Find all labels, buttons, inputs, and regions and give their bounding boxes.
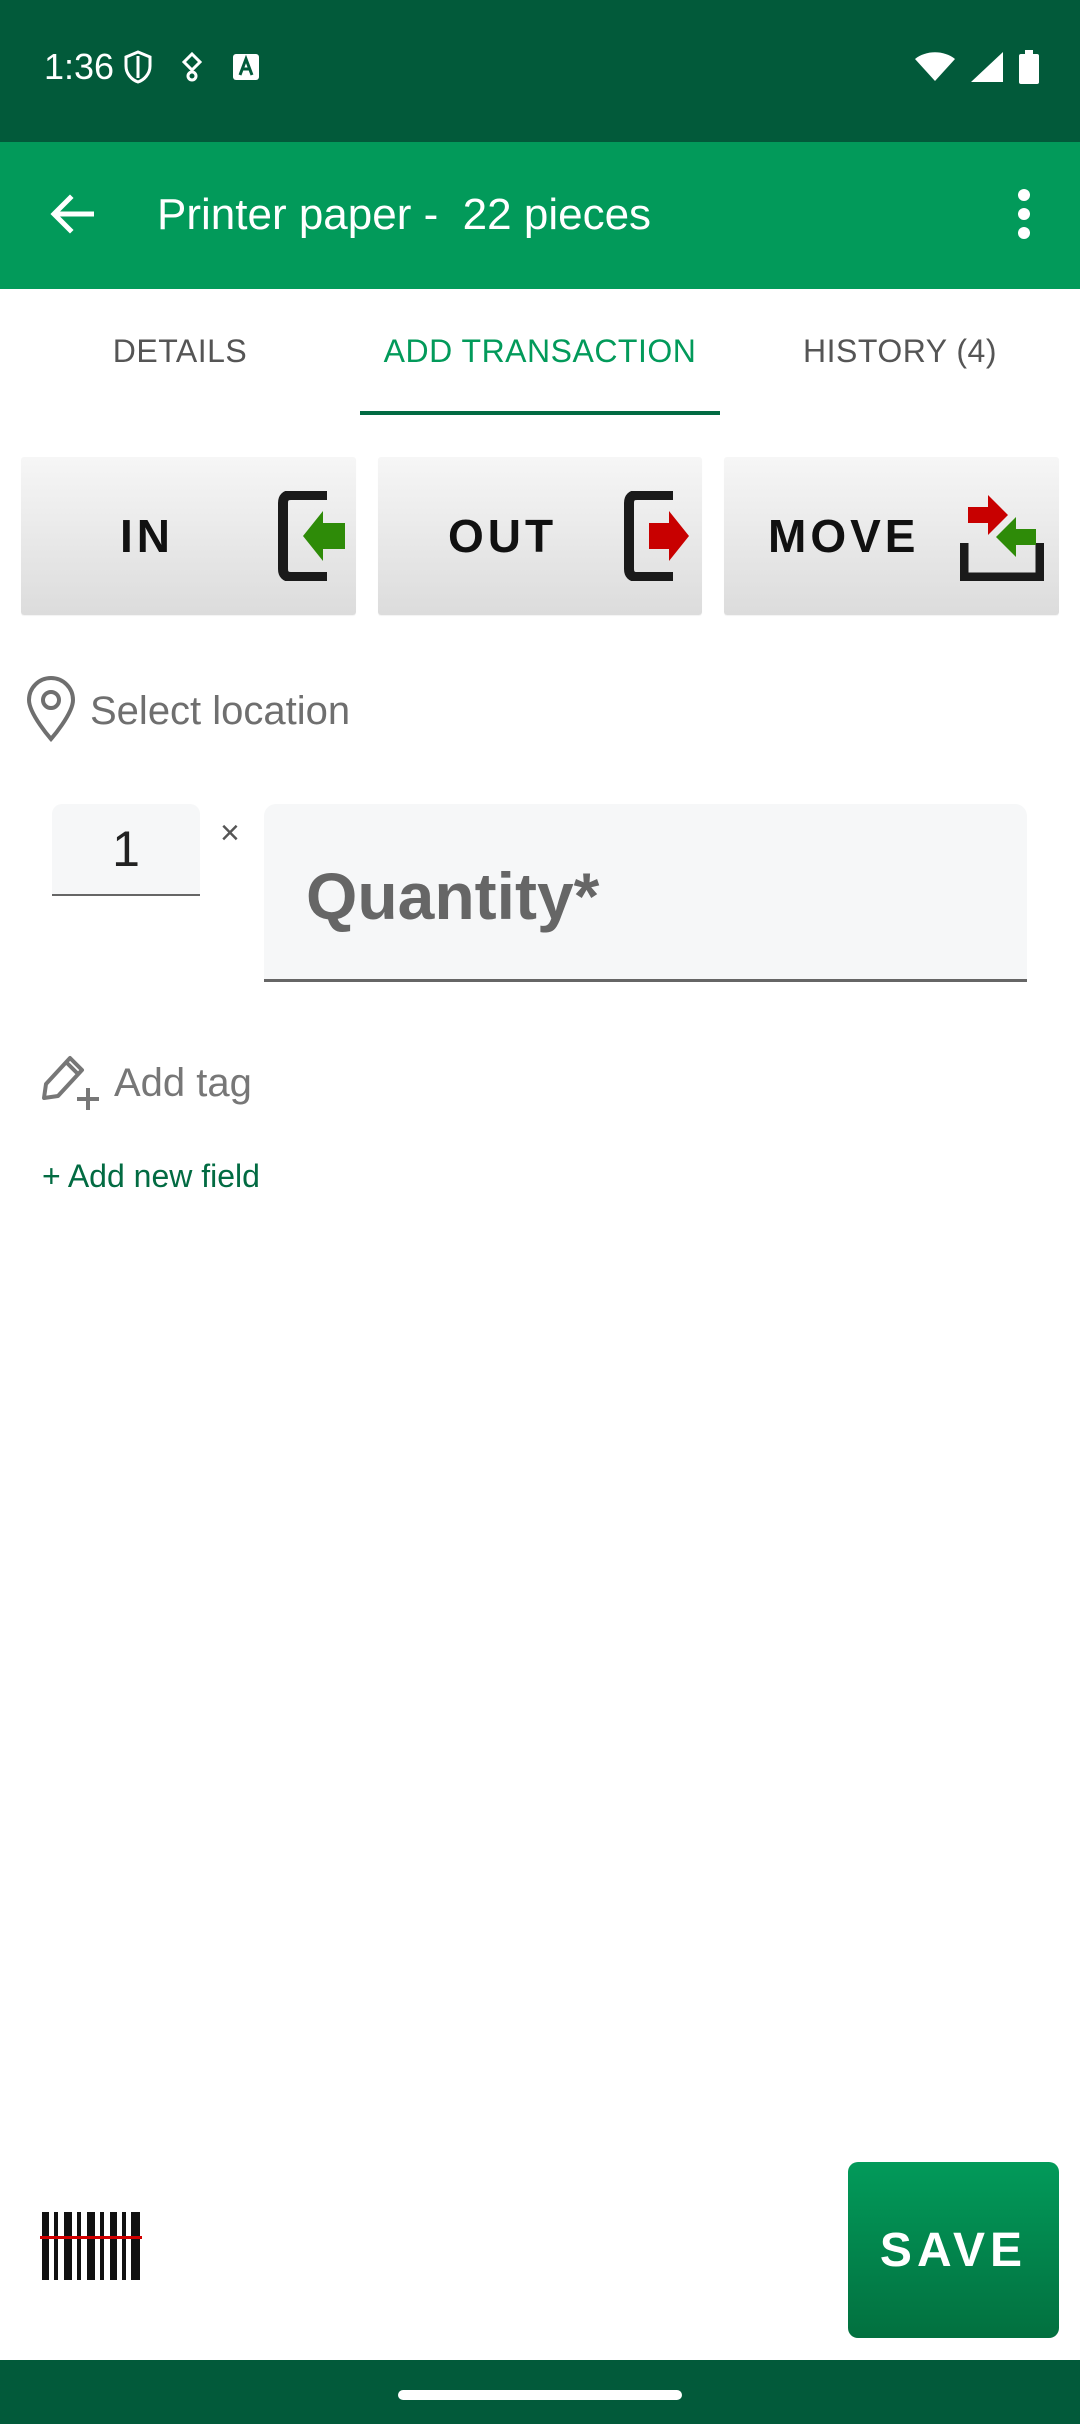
more-vert-icon — [1017, 188, 1031, 245]
tab-history[interactable]: HISTORY (4) — [720, 289, 1080, 414]
tab-details[interactable]: DETAILS — [0, 289, 360, 414]
tab-bar: DETAILS ADD TRANSACTION HISTORY (4) — [0, 289, 1080, 415]
tab-indicator — [360, 411, 720, 415]
wifi-icon — [914, 51, 956, 88]
home-gesture-handle[interactable] — [398, 2390, 682, 2400]
in-button[interactable]: IN — [21, 457, 356, 615]
text-a-icon — [232, 53, 260, 86]
status-time: 1:36 — [44, 46, 115, 87]
save-button[interactable]: SAVE — [848, 2162, 1059, 2338]
enter-arrow-icon — [277, 490, 347, 586]
app-bar: Printer paper - 22 pieces — [0, 142, 1080, 289]
move-arrows-icon — [959, 493, 1045, 586]
barcode-scan-icon — [40, 2212, 142, 2286]
cell-signal-icon — [970, 51, 1004, 88]
quantity-input[interactable]: Quantity* — [264, 804, 1027, 982]
times-sign: × — [220, 814, 240, 852]
vpn-key-icon — [180, 51, 204, 87]
add-tag-label: Add tag — [114, 1061, 252, 1105]
shield-icon — [124, 50, 152, 89]
back-arrow-icon — [50, 193, 95, 239]
navigation-bar — [0, 2360, 1080, 2424]
status-bar: 1:36 — [0, 0, 1080, 142]
status-icons-right — [914, 50, 1040, 89]
select-location-label: Select location — [90, 689, 351, 733]
add-tag-icon — [40, 1050, 104, 1117]
more-options-button[interactable] — [992, 180, 1056, 252]
add-new-field-link[interactable]: + Add new field — [42, 1158, 260, 1195]
page-title: Printer paper - 22 pieces — [157, 190, 652, 239]
location-pin-icon — [24, 676, 78, 747]
multiplier-input[interactable]: 1 — [52, 804, 200, 896]
out-label: OUT — [448, 510, 558, 562]
battery-icon — [1018, 50, 1040, 89]
back-button[interactable] — [40, 184, 104, 248]
out-button[interactable]: OUT — [378, 457, 702, 615]
barcode-scan-button[interactable] — [40, 2210, 142, 2282]
in-label: IN — [120, 510, 174, 562]
select-location[interactable]: Select location — [24, 676, 350, 747]
status-icons-left — [124, 50, 260, 89]
move-button[interactable]: MOVE — [724, 457, 1059, 615]
move-label: MOVE — [768, 510, 920, 562]
quantity-placeholder: Quantity* — [306, 859, 600, 933]
tab-add-transaction[interactable]: ADD TRANSACTION — [360, 289, 720, 414]
add-tag-button[interactable]: Add tag — [40, 1050, 252, 1117]
exit-arrow-icon — [623, 490, 693, 586]
